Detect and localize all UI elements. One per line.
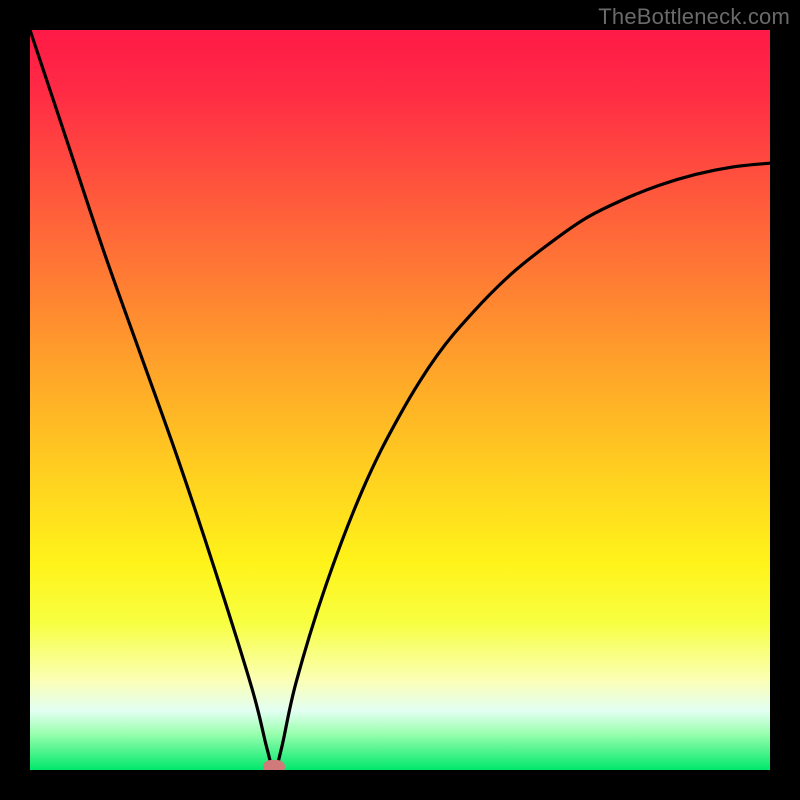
- attribution-label: TheBottleneck.com: [598, 4, 790, 30]
- minimum-marker: [263, 760, 285, 770]
- bottleneck-curve: [30, 30, 770, 770]
- plot-area: [30, 30, 770, 770]
- chart-stage: TheBottleneck.com: [0, 0, 800, 800]
- curve-path: [30, 30, 770, 770]
